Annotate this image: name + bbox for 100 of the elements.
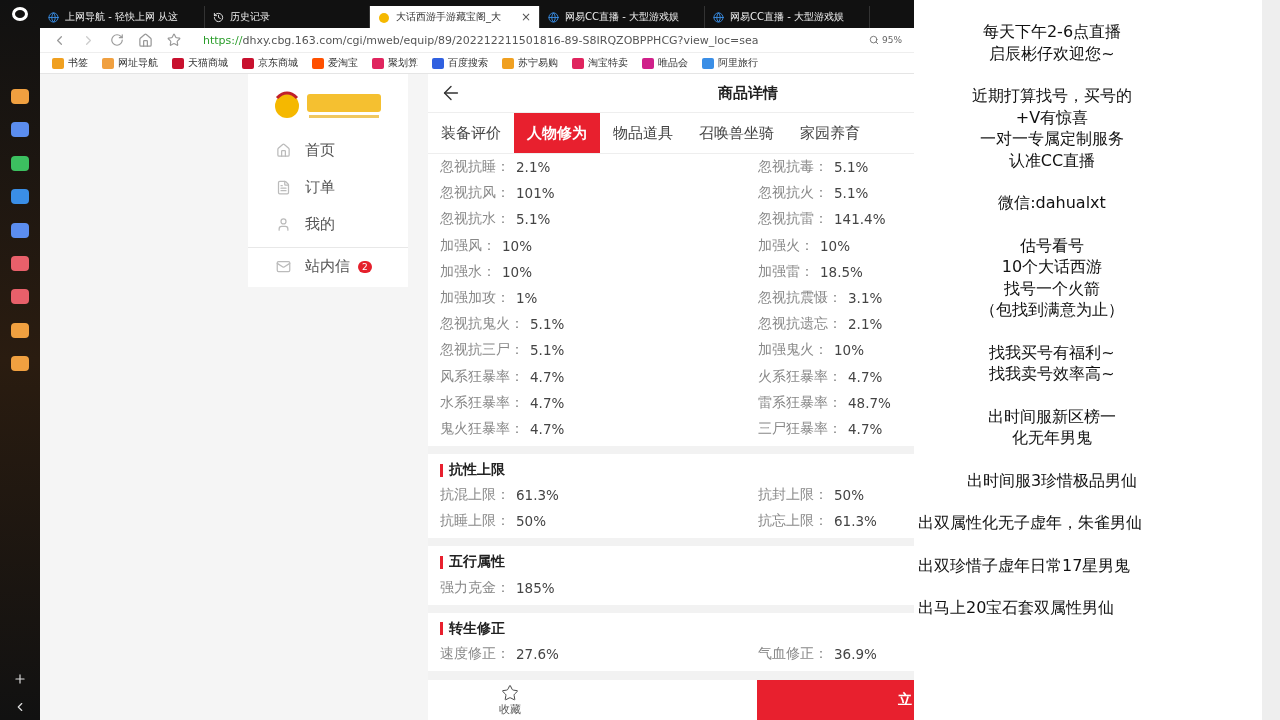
bookmark[interactable]: 书签 (52, 56, 88, 70)
globe-icon (48, 11, 59, 23)
stat-label: 忽视抗雷： (758, 210, 828, 229)
bookmark[interactable]: 苏宁易购 (502, 56, 558, 70)
section-heading: 五行属性 (449, 553, 505, 572)
stat-label: 忽视抗风： (440, 184, 510, 203)
document-icon (276, 180, 291, 195)
overlay-text: 一对一专属定制服务 (980, 128, 1124, 150)
category-tab[interactable]: 人物修为 (514, 113, 600, 153)
stat-value: 5.1% (834, 185, 869, 202)
nav-item[interactable]: 站内信 2 (248, 248, 408, 285)
stat-value: 3.1% (848, 290, 883, 307)
stat-value: 5.1% (530, 342, 565, 359)
overlay-text: 出时间服3珍惜极品男仙 (966, 469, 1138, 491)
reload-icon[interactable] (110, 33, 124, 47)
stat-value: 61.3% (834, 513, 877, 530)
app-icon[interactable] (11, 255, 29, 271)
stat-value: 10% (502, 263, 532, 280)
stat-label: 加强加攻： (440, 289, 510, 308)
app-icon[interactable] (11, 155, 29, 171)
category-tab[interactable]: 装备评价 (428, 113, 514, 153)
browser-tab[interactable]: 上网导航 - 轻快上网 从这 (40, 6, 205, 28)
search-icon (869, 35, 879, 45)
bookmark[interactable]: 聚划算 (372, 56, 418, 70)
app-icon[interactable] (11, 189, 29, 205)
bookmark[interactable]: 唯品会 (642, 56, 688, 70)
overlay-text: 每天下午2-6点直播 (982, 21, 1122, 43)
stat-value: 2.1% (516, 159, 551, 176)
bookmark[interactable]: 阿里旅行 (702, 56, 758, 70)
stat-label: 气血修正： (758, 644, 828, 663)
page-title: 商品详情 (718, 83, 778, 103)
app-icon[interactable] (11, 289, 29, 305)
browser-tab[interactable]: 网易CC直播 - 大型游戏娱 (540, 6, 705, 28)
section-heading: 抗性上限 (449, 461, 505, 480)
stat-value: 27.6% (516, 645, 559, 662)
app-icon[interactable] (11, 322, 29, 338)
stat-label: 抗睡上限： (440, 512, 510, 531)
nav-item[interactable]: 我的 (248, 206, 408, 243)
globe-icon (548, 11, 559, 23)
overlay-text: 出双属性化无子虚年，朱雀男仙 (918, 512, 1142, 534)
url-field[interactable]: https://dhxy.cbg.163.com/cgi/mweb/equip/89/202212211501816-89-S8IRQZOBPPHCG?view_loc=sea (203, 33, 759, 47)
overlay-text: 找我买号有福利~ (989, 341, 1115, 363)
home-icon[interactable] (138, 32, 153, 48)
bookmark[interactable]: 百度搜索 (432, 56, 488, 70)
app-logo-icon[interactable] (12, 7, 28, 21)
zoom-level[interactable]: 95% (869, 35, 902, 45)
category-tab[interactable]: 召唤兽坐骑 (686, 113, 787, 153)
star-icon[interactable] (167, 33, 181, 47)
overlay-text: （包找到满意为止） (980, 299, 1124, 321)
buy-button[interactable]: 立 (757, 680, 914, 720)
overlay-text: 启辰彬仔欢迎您~ (989, 42, 1115, 64)
globe-icon (713, 11, 724, 23)
stat-label: 忽视抗三尸： (440, 341, 524, 360)
overlay-text: 出时间服新区榜一 (988, 405, 1116, 427)
stat-value: 48.7% (848, 394, 891, 411)
stat-label: 风系狂暴率： (440, 367, 524, 386)
bookmark[interactable]: 京东商城 (242, 56, 298, 70)
bookmark[interactable]: 淘宝特卖 (572, 56, 628, 70)
app-icon[interactable] (11, 122, 29, 138)
bookmark[interactable]: 网址导航 (102, 56, 158, 70)
stat-label: 加强风： (440, 236, 496, 255)
star-icon (501, 683, 519, 702)
app-icon[interactable] (11, 89, 29, 104)
browser-tab[interactable]: 大话西游手游藏宝阁_大 × (370, 6, 540, 28)
stat-label: 加强鬼火： (758, 341, 828, 360)
add-icon[interactable] (13, 672, 27, 686)
stat-label: 速度修正： (440, 644, 510, 663)
stat-value: 185% (516, 579, 555, 596)
stat-label: 强力克金： (440, 578, 510, 597)
stat-label: 忽视抗遗忘： (758, 315, 842, 334)
bookmark[interactable]: 天猫商城 (172, 56, 228, 70)
stat-label: 忽视抗震慑： (758, 289, 842, 308)
stat-value: 5.1% (530, 316, 565, 333)
stat-label: 忽视抗毒： (758, 158, 828, 177)
stat-label: 抗混上限： (440, 486, 510, 505)
stat-label: 加强火： (758, 236, 814, 255)
stat-value: 4.7% (530, 368, 565, 385)
app-icon[interactable] (11, 222, 29, 238)
app-icon[interactable] (11, 356, 29, 372)
stat-value: 101% (516, 185, 555, 202)
category-tab[interactable]: 家园养育 (787, 113, 873, 153)
stat-value: 1% (516, 290, 538, 307)
overlay-text: 找号一个火箭 (1004, 277, 1100, 299)
nav-item[interactable]: 订单 (248, 169, 408, 206)
stat-value: 5.1% (834, 159, 869, 176)
home-icon (276, 143, 291, 158)
favorite-button[interactable]: 收藏 (428, 680, 592, 720)
bookmark[interactable]: 爱淘宝 (312, 56, 358, 70)
stat-value: 10% (820, 237, 850, 254)
stat-label: 抗封上限： (758, 486, 828, 505)
category-tab[interactable]: 物品道具 (600, 113, 686, 153)
stat-value: 36.9% (834, 645, 877, 662)
overlay-text: 10个大话西游 (1001, 256, 1103, 278)
nav-item[interactable]: 首页 (248, 132, 408, 169)
stat-label: 抗忘上限： (758, 512, 828, 531)
stat-value: 10% (834, 342, 864, 359)
browser-tab[interactable]: 网易CC直播 - 大型游戏娱 (705, 6, 870, 28)
stat-label: 忽视抗火： (758, 184, 828, 203)
overlay-text: 近期打算找号，买号的 (972, 85, 1132, 107)
overlay-text: 出马上20宝石套双属性男仙 (918, 597, 1115, 619)
